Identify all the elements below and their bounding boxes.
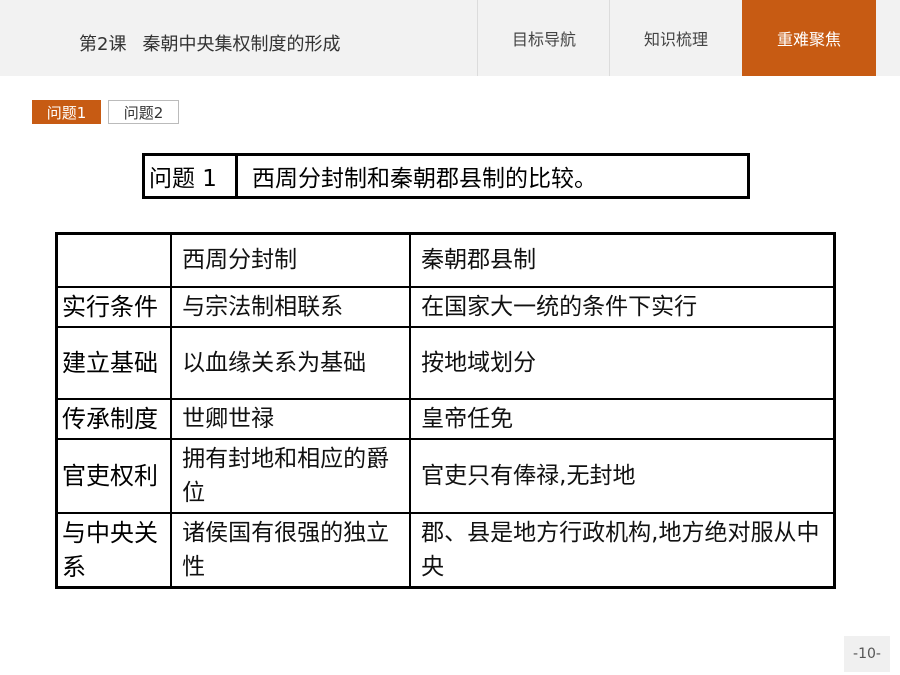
row-aspect: 与中央关系 bbox=[55, 511, 173, 588]
lesson-title: 秦朝中央集权制度的形成 bbox=[142, 34, 341, 55]
tab-key-difficulties[interactable]: 重难聚焦 bbox=[742, 0, 876, 76]
page-number: -10- bbox=[844, 636, 890, 672]
tab-goal-navigation[interactable]: 目标导航 bbox=[477, 0, 610, 76]
question-text: 西周分封制和秦朝郡县制的比较。 bbox=[252, 166, 597, 192]
table-row: 传承制度 世卿世禄 皇帝任免 bbox=[55, 397, 836, 440]
subtab-question-2[interactable]: 问题2 bbox=[108, 100, 179, 124]
row-aspect: 传承制度 bbox=[55, 397, 173, 440]
row-zhou-cell: 拥有封地和相应的爵位 bbox=[170, 437, 412, 514]
table-row: 官吏权利 拥有封地和相应的爵位 官吏只有俸禄,无封地 bbox=[55, 437, 836, 514]
header-empty-cell bbox=[55, 232, 173, 288]
lesson-heading: 第2课 秦朝中央集权制度的形成 bbox=[79, 30, 340, 56]
row-qin-cell: 郡、县是地方行政机构,地方绝对服从中央 bbox=[409, 511, 836, 588]
row-zhou-cell: 以血缘关系为基础 bbox=[170, 325, 412, 400]
row-aspect: 官吏权利 bbox=[55, 437, 173, 514]
question-label: 问题 1 bbox=[145, 156, 238, 196]
comparison-table: 西周分封制 秦朝郡县制 实行条件 与宗法制相联系 在国家大一统的条件下实行 建立… bbox=[55, 232, 836, 589]
question-box: 问题 1 西周分封制和秦朝郡县制的比较。 bbox=[142, 153, 750, 199]
subtab-question-1[interactable]: 问题1 bbox=[32, 100, 101, 124]
row-aspect: 建立基础 bbox=[55, 325, 173, 400]
row-qin-cell: 在国家大一统的条件下实行 bbox=[409, 285, 836, 328]
row-qin-cell: 皇帝任免 bbox=[409, 397, 836, 440]
row-zhou-cell: 与宗法制相联系 bbox=[170, 285, 412, 328]
table-row: 实行条件 与宗法制相联系 在国家大一统的条件下实行 bbox=[55, 285, 836, 328]
row-zhou-cell: 世卿世禄 bbox=[170, 397, 412, 440]
row-zhou-cell: 诸侯国有很强的独立性 bbox=[170, 511, 412, 588]
top-header: 第2课 秦朝中央集权制度的形成 目标导航 知识梳理 重难聚焦 bbox=[0, 0, 900, 76]
row-qin-cell: 按地域划分 bbox=[409, 325, 836, 400]
header-zhou: 西周分封制 bbox=[170, 232, 412, 288]
header-qin: 秦朝郡县制 bbox=[409, 232, 836, 288]
table-row: 与中央关系 诸侯国有很强的独立性 郡、县是地方行政机构,地方绝对服从中央 bbox=[55, 511, 836, 588]
row-qin-cell: 官吏只有俸禄,无封地 bbox=[409, 437, 836, 514]
table-row: 建立基础 以血缘关系为基础 按地域划分 bbox=[55, 325, 836, 400]
lesson-number: 第2课 bbox=[79, 34, 127, 55]
row-aspect: 实行条件 bbox=[55, 285, 173, 328]
tab-knowledge-review[interactable]: 知识梳理 bbox=[609, 0, 742, 76]
table-header-row: 西周分封制 秦朝郡县制 bbox=[55, 232, 836, 288]
